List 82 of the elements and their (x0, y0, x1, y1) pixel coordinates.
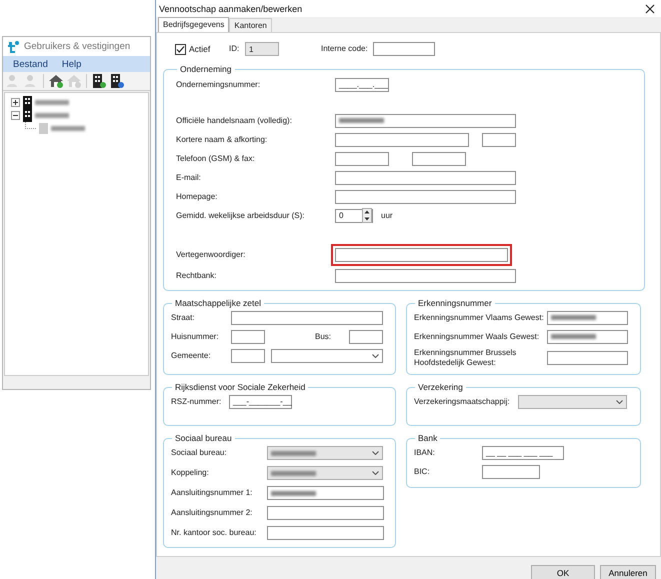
input-field[interactable]: ____.___.___ (335, 78, 389, 92)
field-label: Gemeente: (171, 350, 212, 360)
group-title: Maatschappelijke zetel (174, 298, 262, 308)
field-label: Homepage: (176, 192, 218, 202)
input-field[interactable] (373, 42, 435, 56)
input-field[interactable] (547, 351, 628, 365)
input-field[interactable] (335, 152, 389, 166)
field-label: Koppeling: (171, 468, 210, 478)
input-field[interactable] (335, 132, 469, 146)
tab[interactable]: Bedrijfsgegevens (158, 17, 230, 32)
input-field[interactable]: ___-_______-__ (229, 394, 292, 408)
menu-item[interactable]: Bestand (13, 58, 48, 70)
window-title: Gebruikers & vestigingen (24, 41, 130, 52)
checkbox-label: Actief (189, 44, 212, 54)
field-label: Interne code: (321, 44, 369, 54)
field-label: Verzekeringsmaatschappij: (414, 396, 511, 406)
input-field[interactable] (335, 114, 516, 128)
input-field[interactable] (267, 486, 384, 500)
group-title: Erkenningsnummer (417, 298, 493, 308)
tab[interactable]: Kantoren (229, 18, 272, 32)
group-title: Bank (417, 433, 438, 443)
number-field[interactable]: 0 (335, 208, 373, 222)
group-title: Sociaal bureau (174, 433, 233, 443)
field-label: Nr. kantoor soc. bureau: (171, 528, 258, 538)
input-field[interactable] (349, 330, 383, 344)
field-label: Telefoon (GSM) & fax: (176, 154, 256, 164)
field-label: Bus: (315, 332, 332, 342)
field-label: Erkenningsnummer Brussels Hoofdstedelijk Gewest: (414, 348, 518, 368)
menu-item[interactable]: Help (62, 58, 82, 70)
field-label: Vertegenwoordiger: (176, 250, 246, 260)
input-field[interactable] (335, 190, 516, 204)
input-field[interactable] (547, 310, 628, 324)
app-icon (6, 40, 20, 54)
field-label: BIC: (414, 466, 431, 476)
input-field[interactable] (267, 526, 384, 540)
dialog-button[interactable]: OK (531, 565, 595, 579)
input-field[interactable] (231, 330, 265, 344)
group-title: Rijksdienst voor Sociale Zekerheid (174, 382, 306, 392)
collapse-icon[interactable] (11, 111, 20, 120)
close-icon[interactable] (645, 4, 655, 14)
field-label: Officiële handelsnaam (volledig): (176, 116, 293, 126)
field-label: Aansluitingsnummer 1: (171, 488, 254, 498)
input-field[interactable] (335, 268, 516, 282)
input-field[interactable] (547, 330, 628, 344)
field-label: Ondernemingsnummer: (176, 80, 262, 90)
input-field[interactable] (412, 152, 466, 166)
dialog-button[interactable]: Annuleren (600, 565, 656, 579)
id-field[interactable]: 1 (245, 42, 279, 56)
field-label: Erkenningsnummer Vlaams Gewest: (414, 312, 545, 322)
field-label: Rechtbank: (176, 270, 218, 280)
field-label: Huisnummer: (171, 332, 220, 342)
up-down-icon[interactable] (362, 208, 372, 223)
dropdown[interactable] (271, 348, 383, 362)
input-field[interactable] (482, 132, 516, 146)
input-field[interactable] (267, 506, 384, 520)
field-label: Aansluitingsnummer 2: (171, 508, 254, 518)
field-label: E-mail: (176, 172, 202, 182)
field-label: Erkenningsnummer Waals Gewest: (414, 332, 540, 342)
chevron-icon (372, 451, 379, 455)
input-field[interactable] (231, 310, 383, 324)
field-label: Kortere naam & afkorting: (176, 134, 268, 144)
expand-icon[interactable] (11, 98, 20, 107)
input-field[interactable]: __ __ ___ ___ ___ (482, 446, 564, 460)
field-label: uur (381, 210, 393, 220)
chevron-icon (616, 400, 623, 404)
field-label: Gemidd. wekelijkse arbeidsduur (S): (176, 210, 306, 220)
house-icon[interactable] (48, 73, 64, 89)
group-title: Onderneming (179, 64, 233, 74)
field-label: Straat: (171, 312, 196, 322)
field-label: IBAN: (414, 448, 436, 458)
checkbox[interactable] (175, 44, 186, 54)
field-label: RSZ-nummer: (171, 396, 222, 406)
input-field[interactable] (335, 170, 516, 184)
chevron-icon (372, 471, 379, 475)
input-field[interactable] (482, 464, 540, 478)
input-field[interactable] (335, 248, 508, 262)
field-label: ID: (229, 44, 240, 54)
field-label: Sociaal bureau: (171, 448, 228, 458)
input-field[interactable] (231, 348, 265, 362)
group-title: Verzekering (417, 382, 464, 392)
chevron-icon (372, 354, 379, 358)
dialog-title: Vennootschap aanmaken/bewerken (159, 4, 302, 14)
